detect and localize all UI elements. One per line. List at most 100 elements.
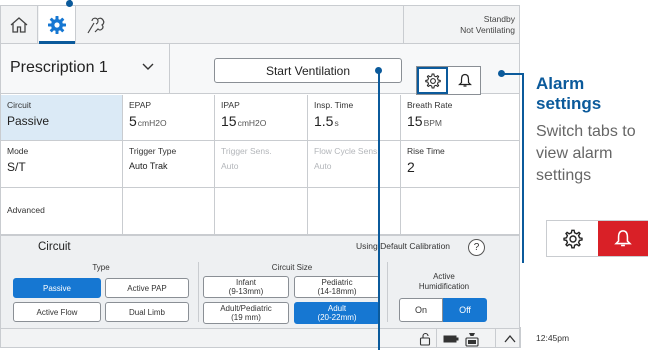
status-mode: Standby bbox=[483, 14, 515, 24]
breath-rate-label: Breath Rate bbox=[407, 100, 453, 110]
unlock-icon[interactable] bbox=[418, 332, 432, 346]
epap-value: 5 bbox=[129, 113, 137, 129]
circuit-type-active-pap[interactable]: Active PAP bbox=[105, 278, 189, 298]
divider bbox=[198, 262, 199, 322]
prescription-name[interactable]: Prescription 1 bbox=[10, 59, 108, 77]
ipap-cell[interactable]: IPAP 15cmH2O bbox=[215, 95, 308, 141]
circuit-size-infant[interactable]: Infant (9-13mm) bbox=[203, 276, 289, 298]
circuit-label: Circuit bbox=[7, 100, 32, 110]
status-ventilation: Not Ventilating bbox=[460, 25, 515, 35]
flow-cycle-label: Flow Cycle Sens. bbox=[314, 146, 380, 156]
annotation-title: Alarm settings bbox=[536, 74, 602, 113]
insp-time-value: 1.5 bbox=[314, 113, 334, 129]
circuit-type-active-flow[interactable]: Active Flow bbox=[13, 302, 101, 322]
humidification-label: Active Humidification bbox=[418, 272, 470, 291]
circuit-size-adult[interactable]: Adult (20-22mm) bbox=[294, 302, 380, 324]
annotation-dot bbox=[66, 0, 73, 7]
tab-tools[interactable] bbox=[77, 6, 114, 43]
empty-cell bbox=[123, 188, 215, 235]
alarm-tabs-callout bbox=[546, 220, 648, 257]
flow-cycle-cell: Flow Cycle Sens. Auto bbox=[308, 141, 401, 188]
alarm-settings-tab[interactable] bbox=[417, 67, 448, 94]
gear-icon bbox=[48, 15, 66, 34]
annotation-dot bbox=[375, 67, 382, 74]
divider bbox=[436, 329, 437, 347]
ventilator-screen: Standby Not Ventilating Prescription 1 S… bbox=[0, 5, 520, 348]
divider bbox=[403, 6, 404, 43]
bell-icon bbox=[614, 230, 632, 247]
callout-alarm-tab bbox=[598, 221, 648, 256]
mode-cell[interactable]: Mode S/T bbox=[1, 141, 123, 188]
trigger-type-label: Trigger Type bbox=[129, 146, 177, 156]
calibration-status: Using Default Calibration bbox=[356, 241, 451, 251]
circuit-cell[interactable]: Circuit Passive bbox=[1, 95, 123, 141]
annotation-line bbox=[504, 73, 524, 75]
insp-time-label: Insp. Time bbox=[314, 100, 354, 110]
epap-cell[interactable]: EPAP 5cmH2O bbox=[123, 95, 215, 141]
clock: 12:45pm bbox=[536, 333, 570, 343]
rise-time-value: 2 bbox=[407, 159, 415, 175]
divider bbox=[387, 262, 388, 322]
mode-label: Mode bbox=[7, 146, 29, 156]
parameter-grid: Circuit Passive Mode S/T Advanced EPAP 5… bbox=[1, 95, 519, 235]
flow-cycle-value: Auto bbox=[314, 161, 332, 171]
insp-time-unit: s bbox=[334, 118, 339, 128]
breath-rate-unit: BPM bbox=[423, 118, 442, 128]
size-group-label: Circuit Size bbox=[271, 263, 313, 272]
status-text: Standby Not Ventilating bbox=[460, 14, 515, 36]
ipap-value: 15 bbox=[221, 113, 237, 129]
insp-time-cell[interactable]: Insp. Time 1.5s bbox=[308, 95, 401, 141]
circuit-value: Passive bbox=[7, 114, 50, 128]
rise-time-cell[interactable]: Rise Time 2 bbox=[401, 141, 519, 188]
humidification-off[interactable]: Off bbox=[443, 298, 487, 322]
power-plug-icon bbox=[465, 331, 479, 347]
type-group-label: Type bbox=[92, 263, 110, 272]
epap-label: EPAP bbox=[129, 100, 152, 110]
circuit-type-dual-limb[interactable]: Dual Limb bbox=[105, 302, 189, 322]
advanced-label: Advanced bbox=[7, 205, 45, 215]
tab-home[interactable] bbox=[1, 6, 38, 43]
rise-time-label: Rise Time bbox=[407, 146, 445, 156]
chevron-down-icon[interactable] bbox=[140, 58, 156, 74]
trigger-sens-cell: Trigger Sens. Auto bbox=[215, 141, 308, 188]
gear-outline-icon bbox=[562, 229, 583, 248]
start-ventilation-button[interactable]: Start Ventilation bbox=[214, 58, 402, 83]
breath-rate-cell[interactable]: Breath Rate 15BPM bbox=[401, 95, 519, 141]
alarm-bell-tab[interactable] bbox=[449, 67, 480, 94]
trigger-type-cell[interactable]: Trigger Type Auto Trak bbox=[123, 141, 215, 188]
annotation-line bbox=[378, 70, 380, 350]
ipap-unit: cmH2O bbox=[237, 118, 267, 128]
callout-settings-tab bbox=[547, 221, 598, 256]
humidification-on[interactable]: On bbox=[399, 298, 443, 322]
advanced-cell[interactable]: Advanced bbox=[1, 188, 123, 235]
gear-outline-icon bbox=[424, 73, 441, 89]
annotated-screen: Standby Not Ventilating Prescription 1 S… bbox=[0, 0, 655, 350]
epap-unit: cmH2O bbox=[137, 118, 167, 128]
divider bbox=[520, 327, 521, 348]
empty-cell bbox=[215, 188, 308, 235]
empty-cell bbox=[308, 188, 401, 235]
tools-icon bbox=[86, 17, 104, 33]
mode-value: S/T bbox=[7, 160, 26, 174]
top-bar: Standby Not Ventilating bbox=[1, 6, 519, 44]
trigger-type-value: Auto Trak bbox=[129, 161, 168, 171]
circuit-size-pediatric[interactable]: Pediatric (14-18mm) bbox=[294, 276, 380, 298]
circuit-size-adult-pediatric[interactable]: Adult/Pediatric (19 mm) bbox=[203, 302, 289, 324]
battery-icon bbox=[443, 335, 459, 343]
trigger-sens-label: Trigger Sens. bbox=[221, 146, 272, 156]
help-button[interactable]: ? bbox=[468, 239, 485, 256]
divider bbox=[169, 44, 170, 94]
ipap-label: IPAP bbox=[221, 100, 240, 110]
home-icon bbox=[10, 16, 28, 33]
divider bbox=[495, 329, 496, 347]
breath-rate-value: 15 bbox=[407, 113, 423, 129]
annotation-description: Switch tabs to view alarm settings bbox=[536, 123, 636, 184]
annotation-line bbox=[522, 73, 524, 263]
bottom-bar bbox=[1, 328, 519, 347]
circuit-panel: Circuit Using Default Calibration ? Type… bbox=[1, 235, 519, 328]
circuit-type-passive[interactable]: Passive bbox=[13, 278, 101, 298]
chevron-up-icon[interactable] bbox=[504, 334, 516, 344]
alarm-tabs bbox=[416, 66, 481, 95]
tab-settings[interactable] bbox=[39, 6, 76, 44]
circuit-panel-title: Circuit bbox=[38, 241, 71, 253]
